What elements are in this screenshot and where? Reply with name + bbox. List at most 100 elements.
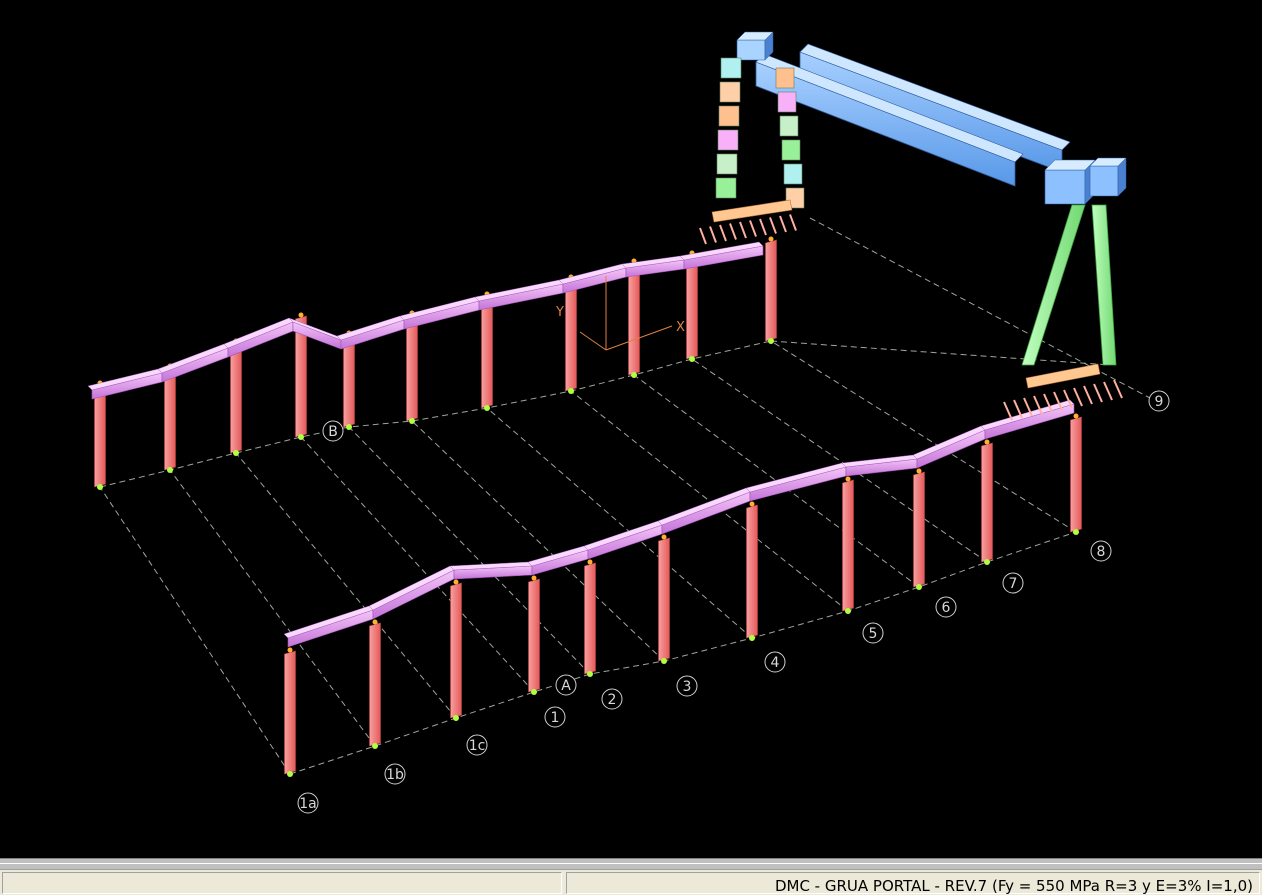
status-pane-model: DMC - GRUA PORTAL - REV.7 (Fy = 550 MPa … xyxy=(566,872,1260,895)
crane-wheel-brace-front xyxy=(1003,401,1013,421)
column-top-node xyxy=(453,579,459,585)
column-back xyxy=(686,253,698,360)
support-node xyxy=(372,743,378,749)
support-node xyxy=(409,418,415,424)
axis-y-label: Y xyxy=(555,305,564,320)
support-node xyxy=(749,635,755,641)
crane-leg-segment-right xyxy=(779,115,799,137)
column-top-node xyxy=(531,575,537,581)
gridline-transverse xyxy=(570,390,849,612)
gridline-transverse xyxy=(99,486,291,775)
column-back xyxy=(164,366,176,471)
crane-wheel-brace-front xyxy=(1073,387,1083,407)
beam-front xyxy=(372,569,455,620)
column-front xyxy=(981,442,993,563)
crane-end-cap-left xyxy=(736,39,766,61)
support-node xyxy=(97,484,103,490)
grid-bubble-label: 7 xyxy=(1009,576,1018,592)
grid-bubble-label: 1c xyxy=(469,738,486,754)
column-top-node xyxy=(587,559,593,565)
column-front xyxy=(450,582,462,719)
support-node xyxy=(233,450,239,456)
grid-bubble-label: 3 xyxy=(683,679,692,695)
gridline-axis-9 xyxy=(770,340,1111,366)
support-node xyxy=(631,372,637,378)
support-node xyxy=(1073,529,1079,535)
gridline-transverse xyxy=(169,469,376,747)
gridline-transverse xyxy=(348,426,591,675)
column-front xyxy=(913,471,925,588)
crane-end-carriage-right xyxy=(1044,169,1086,205)
crane-wheel-brace xyxy=(759,218,767,236)
crane-wheel-brace xyxy=(709,226,717,243)
crane-wheel-brace xyxy=(719,224,727,242)
support-node xyxy=(768,338,774,344)
column-top-node xyxy=(372,619,378,625)
axis-x-label: X xyxy=(676,320,685,335)
crane-leg-segment-left xyxy=(717,129,739,151)
support-node xyxy=(484,405,490,411)
support-node xyxy=(453,715,459,721)
grid-bubble: 7 xyxy=(1002,572,1024,594)
column-back xyxy=(230,341,242,454)
crane-wheel-brace-front xyxy=(1083,385,1093,405)
grid-bubble: 6 xyxy=(935,596,957,618)
structural-members xyxy=(87,236,1082,777)
column-front xyxy=(584,562,596,675)
crane-leg-front-b xyxy=(1091,204,1117,366)
crane-leg-segment-left xyxy=(720,57,742,79)
support-node xyxy=(661,658,667,664)
support-node xyxy=(167,467,173,473)
column-top-node xyxy=(768,236,774,242)
crane-leg-segment-left xyxy=(715,177,737,199)
grid-bubble: 1c xyxy=(466,734,488,756)
column-front xyxy=(1070,416,1082,533)
crane-wheel-brace xyxy=(769,217,777,234)
column-top-node xyxy=(916,468,922,474)
crane-end-carriage-right-2 xyxy=(1089,165,1119,197)
grid-bubble: 8 xyxy=(1090,540,1112,562)
grid-bubble: 1 xyxy=(544,706,566,728)
column-front xyxy=(658,537,670,662)
column-top-node xyxy=(749,501,755,507)
crane-leg-segment-left xyxy=(719,81,741,103)
grid-bubble-label: 1a xyxy=(299,796,317,812)
grid-bubble-label: 5 xyxy=(869,626,878,642)
column-top-node xyxy=(298,312,304,318)
support-node xyxy=(916,584,922,590)
gridline-transverse xyxy=(691,358,988,563)
gantry-crane-front-leg xyxy=(1003,204,1123,421)
column-top-node xyxy=(1073,413,1079,419)
gridline-transverse xyxy=(486,407,753,639)
status-bar: DMC - GRUA PORTAL - REV.7 (Fy = 550 MPa … xyxy=(0,869,1262,895)
support-node xyxy=(287,771,293,777)
crane-leg-segment-left xyxy=(716,153,738,175)
viewport-divider[interactable] xyxy=(0,858,1262,869)
grid-bubble-label: 9 xyxy=(1155,394,1164,410)
support-node xyxy=(845,608,851,614)
column-top-node xyxy=(984,439,990,445)
crane-leg-segment-right xyxy=(777,91,797,113)
column-front xyxy=(842,479,854,612)
grid-bubble: A xyxy=(555,674,577,696)
grid-bubble: B xyxy=(322,420,344,442)
support-node xyxy=(587,671,593,677)
model-3d-viewport[interactable]: Y X 1a 1b 1c 1 A 2 3 4 5 6 7 8 B 9 xyxy=(0,0,1262,858)
support-node xyxy=(298,434,304,440)
column-back xyxy=(565,277,577,392)
status-pane-left xyxy=(2,872,562,894)
support-node xyxy=(689,356,695,362)
crane-leg-front-a xyxy=(1021,204,1086,366)
crane-wheel-brace xyxy=(779,215,787,233)
grid-bubble: 3 xyxy=(676,675,698,697)
grid-bubble-label: A xyxy=(561,678,571,694)
model-title-status: DMC - GRUA PORTAL - REV.7 (Fy = 550 MPa … xyxy=(774,877,1253,895)
grid-bubble: 1a xyxy=(297,792,319,814)
column-top-node xyxy=(661,534,667,540)
crane-wheel-brace xyxy=(699,227,707,245)
grid-bubble-label: 6 xyxy=(942,600,951,616)
support-node xyxy=(346,424,352,430)
column-back xyxy=(406,313,418,422)
gantry-crane xyxy=(699,31,1127,245)
grid-bubble-label: 1 xyxy=(551,710,560,726)
